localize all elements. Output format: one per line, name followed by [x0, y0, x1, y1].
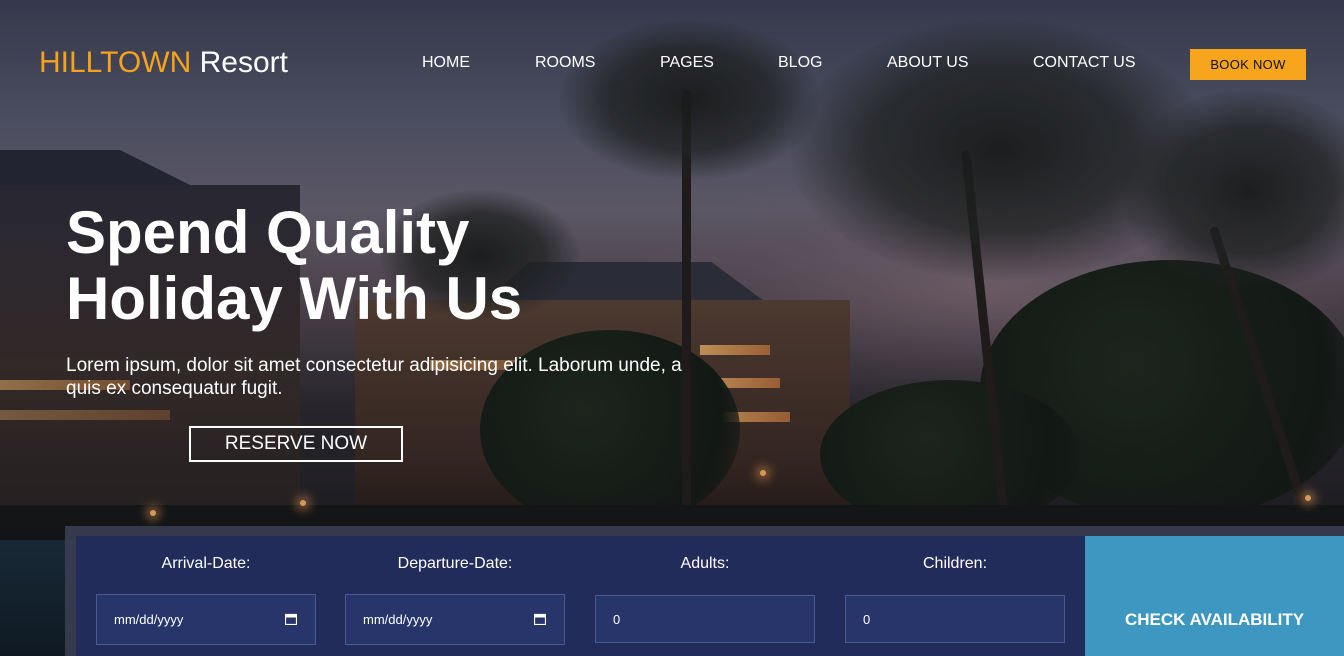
nav-home[interactable]: HOME — [422, 54, 470, 72]
nav-contact-us[interactable]: CONTACT US — [1033, 54, 1136, 72]
adults-label: Adults: — [680, 555, 730, 572]
logo-accent: HILLTOWN — [39, 46, 192, 79]
children-label: Children: — [922, 555, 988, 572]
calendar-icon[interactable] — [285, 613, 297, 625]
hero-title-line-1: Spend Quality — [66, 199, 470, 266]
arrival-date-input[interactable]: mm/dd/yyyy — [96, 594, 316, 645]
site-logo[interactable]: HILLTOWN Resort — [39, 46, 288, 80]
book-now-button[interactable]: BOOK NOW — [1190, 49, 1306, 80]
departure-date-label: Departure-Date: — [397, 555, 513, 572]
arrival-date-label: Arrival-Date: — [161, 555, 251, 572]
hero-description: Lorem ipsum, dolor sit amet consectetur … — [66, 355, 682, 399]
reserve-now-button[interactable]: RESERVE NOW — [189, 426, 403, 462]
nav-blog[interactable]: BLOG — [778, 54, 822, 72]
nav-rooms[interactable]: ROOMS — [535, 54, 595, 72]
departure-date-value: mm/dd/yyyy — [363, 612, 433, 627]
calendar-icon[interactable] — [534, 613, 546, 625]
nav-about-us[interactable]: ABOUT US — [887, 54, 969, 72]
adults-input[interactable]: 0 — [595, 595, 815, 643]
children-input[interactable]: 0 — [845, 595, 1065, 643]
arrival-date-value: mm/dd/yyyy — [114, 612, 184, 627]
hero-title: Spend Quality Holiday With Us — [66, 200, 626, 332]
adults-value: 0 — [613, 611, 621, 627]
children-value: 0 — [863, 611, 871, 627]
nav-pages[interactable]: PAGES — [660, 54, 714, 72]
logo-rest: Resort — [199, 46, 288, 79]
check-availability-button[interactable]: CHECK AVAILABILITY — [1085, 536, 1344, 656]
hero-title-line-2: Holiday With Us — [66, 265, 523, 332]
departure-date-input[interactable]: mm/dd/yyyy — [345, 594, 565, 645]
